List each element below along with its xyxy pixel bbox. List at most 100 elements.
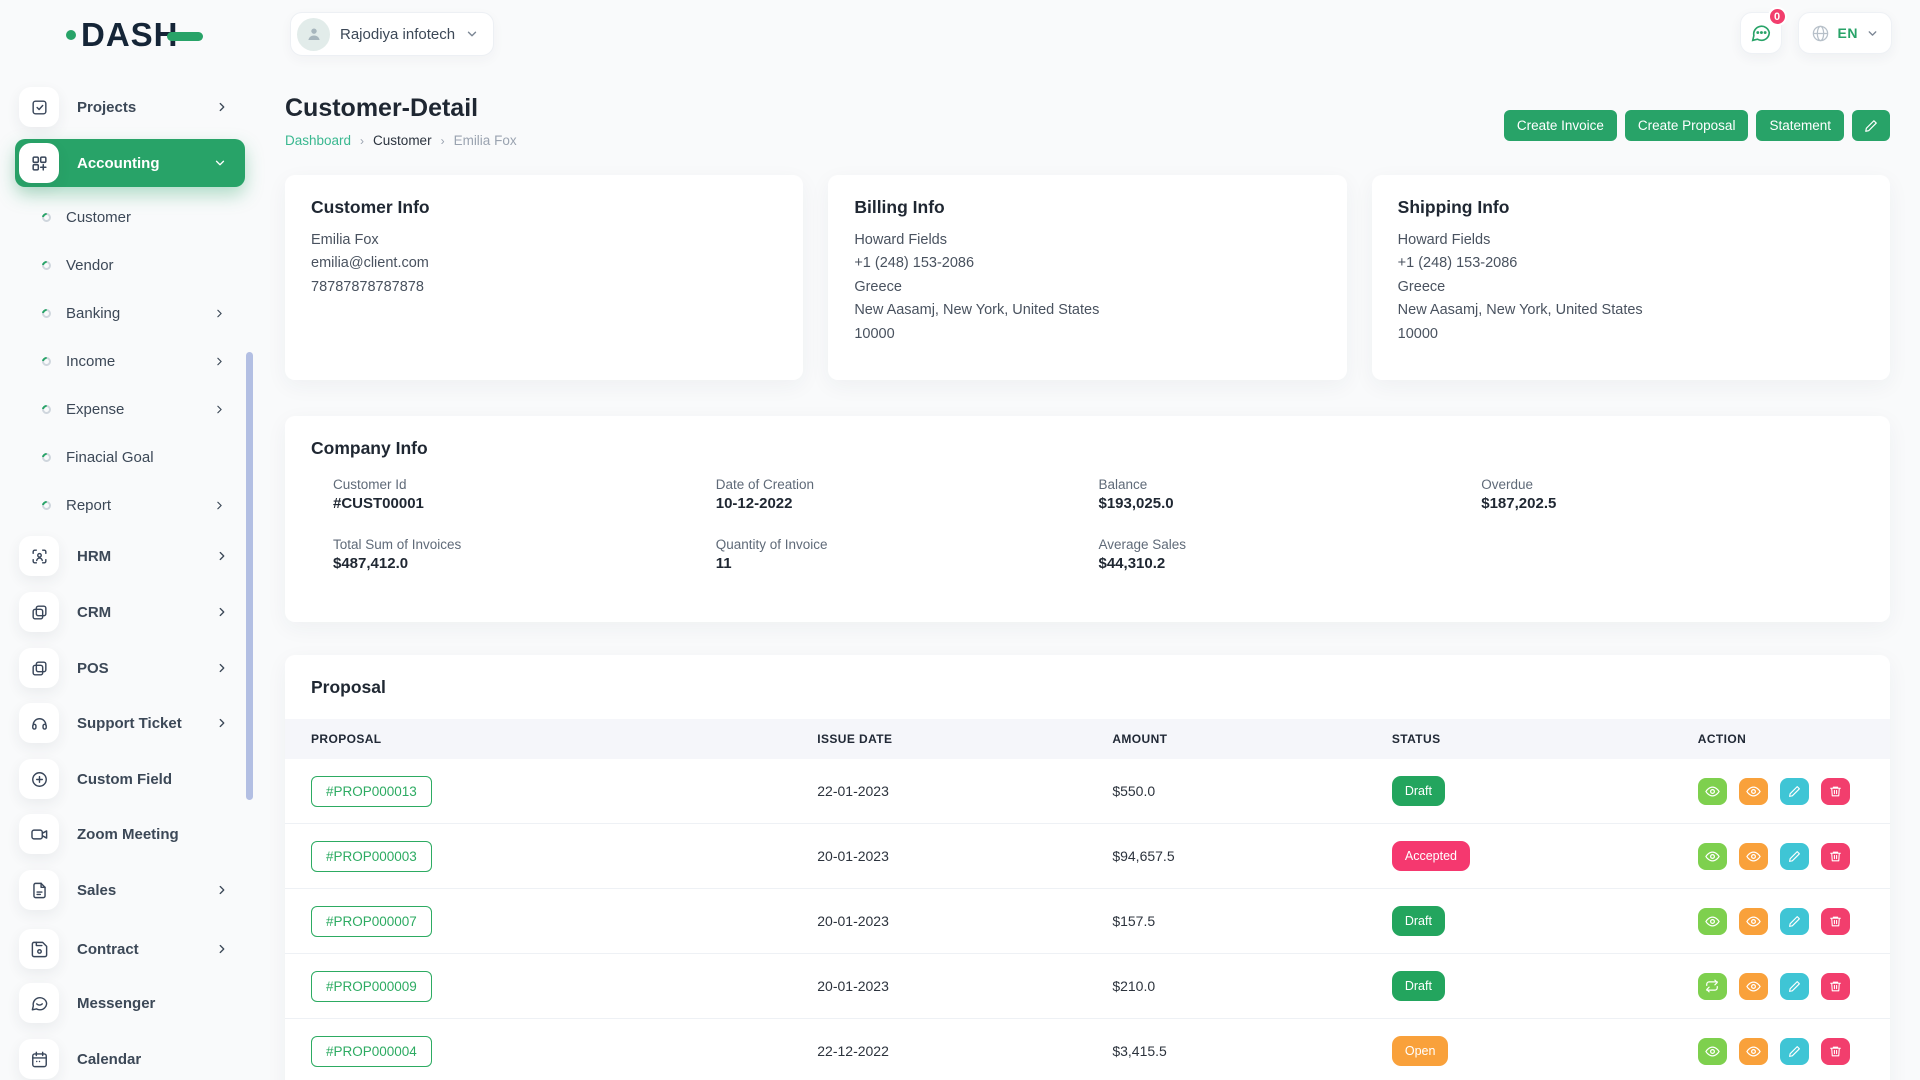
submenu-bullet-icon xyxy=(40,499,53,512)
sidebar: Projects Accounting Customer Vendor Bank… xyxy=(15,72,247,1080)
sidebar-item-contract[interactable]: Contract xyxy=(15,925,245,973)
save-floppy-icon xyxy=(19,929,59,969)
status-badge: Draft xyxy=(1392,776,1445,806)
create-proposal-button[interactable]: Create Proposal xyxy=(1625,110,1749,141)
eye-icon xyxy=(1746,914,1761,929)
sidebar-item-projects[interactable]: Projects xyxy=(15,83,245,131)
view-button[interactable] xyxy=(1698,1038,1727,1065)
proposal-link[interactable]: #PROP000004 xyxy=(311,1036,432,1067)
delete-button[interactable] xyxy=(1821,778,1850,805)
checkbox-icon xyxy=(19,87,59,127)
chevron-down-icon xyxy=(465,27,479,41)
preview-button[interactable] xyxy=(1739,1038,1768,1065)
amount: $94,657.5 xyxy=(1112,848,1392,864)
card-title: Company Info xyxy=(311,438,1864,459)
workspace-selector[interactable]: Rajodiya infotech xyxy=(290,12,494,56)
proposal-link[interactable]: #PROP000003 xyxy=(311,841,432,872)
amount: $3,415.5 xyxy=(1112,1043,1392,1059)
preview-button[interactable] xyxy=(1739,973,1768,1000)
breadcrumb-dashboard[interactable]: Dashboard xyxy=(285,133,351,148)
shipping-address: New Aasamj, New York, United States xyxy=(1398,299,1864,322)
cards-stack-icon xyxy=(19,592,59,632)
chevron-right-icon xyxy=(215,883,229,897)
sidebar-item-report[interactable]: Report xyxy=(15,481,245,529)
eye-icon xyxy=(1705,849,1720,864)
issue-date: 20-01-2023 xyxy=(817,978,1112,994)
sidebar-item-zoom-meeting[interactable]: Zoom Meeting xyxy=(15,810,245,858)
status-badge: Draft xyxy=(1392,971,1445,1001)
sidebar-item-hrm[interactable]: HRM xyxy=(15,532,245,580)
sidebar-item-messenger[interactable]: Messenger xyxy=(15,979,245,1027)
sidebar-item-crm[interactable]: CRM xyxy=(15,588,245,636)
view-button[interactable] xyxy=(1698,843,1727,870)
chevron-down-icon xyxy=(213,156,227,170)
issue-date: 22-01-2023 xyxy=(817,783,1112,799)
sidebar-item-expense[interactable]: Expense xyxy=(15,385,245,433)
chat-bubble-icon xyxy=(19,983,59,1023)
sidebar-item-calendar[interactable]: Calendar xyxy=(15,1035,245,1080)
breadcrumb: Dashboard › Customer › Emilia Fox xyxy=(285,133,517,148)
delete-button[interactable] xyxy=(1821,908,1850,935)
preview-button[interactable] xyxy=(1739,843,1768,870)
statement-button[interactable]: Statement xyxy=(1756,110,1844,141)
sidebar-item-vendor[interactable]: Vendor xyxy=(15,241,245,289)
sidebar-item-banking[interactable]: Banking xyxy=(15,289,245,337)
billing-info-card: Billing Info Howard Fields +1 (248) 153-… xyxy=(828,175,1346,380)
app-logo[interactable]: DASH xyxy=(66,16,203,54)
delete-button[interactable] xyxy=(1821,843,1850,870)
edit-button[interactable] xyxy=(1780,778,1809,805)
billing-zip: 10000 xyxy=(854,323,1320,346)
trash-icon xyxy=(1829,850,1842,863)
sidebar-scrollbar[interactable] xyxy=(246,352,253,800)
delete-button[interactable] xyxy=(1821,1038,1850,1065)
org-avatar xyxy=(297,18,330,51)
proposal-link[interactable]: #PROP000007 xyxy=(311,906,432,937)
edit-button[interactable] xyxy=(1780,1038,1809,1065)
sidebar-item-accounting[interactable]: Accounting xyxy=(15,139,245,187)
sidebar-item-sales[interactable]: Sales xyxy=(15,866,245,914)
chevron-right-icon xyxy=(215,661,229,675)
breadcrumb-customer[interactable]: Customer xyxy=(373,133,432,148)
customer-info-card: Customer Info Emilia Fox emilia@client.c… xyxy=(285,175,803,380)
pencil-icon xyxy=(1788,850,1801,863)
view-button[interactable] xyxy=(1698,778,1727,805)
sidebar-item-income[interactable]: Income xyxy=(15,337,245,385)
proposal-link[interactable]: #PROP000013 xyxy=(311,776,432,807)
sidebar-item-customer[interactable]: Customer xyxy=(15,193,245,241)
status-badge: Draft xyxy=(1392,906,1445,936)
edit-button[interactable] xyxy=(1780,843,1809,870)
field-total-sum-of-invoices: Total Sum of Invoices $487,412.0 xyxy=(333,537,716,572)
language-selector[interactable]: EN xyxy=(1798,12,1892,54)
edit-button[interactable] xyxy=(1780,973,1809,1000)
sidebar-item-support-ticket[interactable]: Support Ticket xyxy=(15,699,245,747)
billing-country: Greece xyxy=(854,276,1320,299)
field-average-sales: Average Sales $44,310.2 xyxy=(1099,537,1482,572)
globe-icon xyxy=(1811,24,1830,43)
submenu-bullet-icon xyxy=(40,307,53,320)
chevron-right-icon xyxy=(215,100,229,114)
cards-stack-icon xyxy=(19,648,59,688)
edit-button[interactable] xyxy=(1780,908,1809,935)
view-button[interactable] xyxy=(1698,908,1727,935)
edit-customer-button[interactable] xyxy=(1852,110,1890,141)
convert-button[interactable] xyxy=(1698,973,1727,1000)
sidebar-item-custom-field[interactable]: Custom Field xyxy=(15,755,245,803)
amount: $550.0 xyxy=(1112,783,1392,799)
pencil-icon xyxy=(1788,915,1801,928)
user-icon xyxy=(305,25,323,43)
create-invoice-button[interactable]: Create Invoice xyxy=(1504,110,1617,141)
delete-button[interactable] xyxy=(1821,973,1850,1000)
messages-button[interactable]: 0 xyxy=(1740,12,1782,54)
preview-button[interactable] xyxy=(1739,778,1768,805)
proposal-link[interactable]: #PROP000009 xyxy=(311,971,432,1002)
customer-name: Emilia Fox xyxy=(311,229,777,252)
sidebar-item-finacial-goal[interactable]: Finacial Goal xyxy=(15,433,245,481)
info-cards-row: Customer Info Emilia Fox emilia@client.c… xyxy=(285,175,1890,380)
sidebar-item-pos[interactable]: POS xyxy=(15,644,245,692)
trash-icon xyxy=(1829,980,1842,993)
preview-button[interactable] xyxy=(1739,908,1768,935)
table-row: #PROP000003 20-01-2023 $94,657.5 Accepte… xyxy=(285,824,1890,889)
table-row: #PROP000013 22-01-2023 $550.0 Draft xyxy=(285,759,1890,824)
shipping-name: Howard Fields xyxy=(1398,229,1864,252)
customer-email: emilia@client.com xyxy=(311,252,777,275)
